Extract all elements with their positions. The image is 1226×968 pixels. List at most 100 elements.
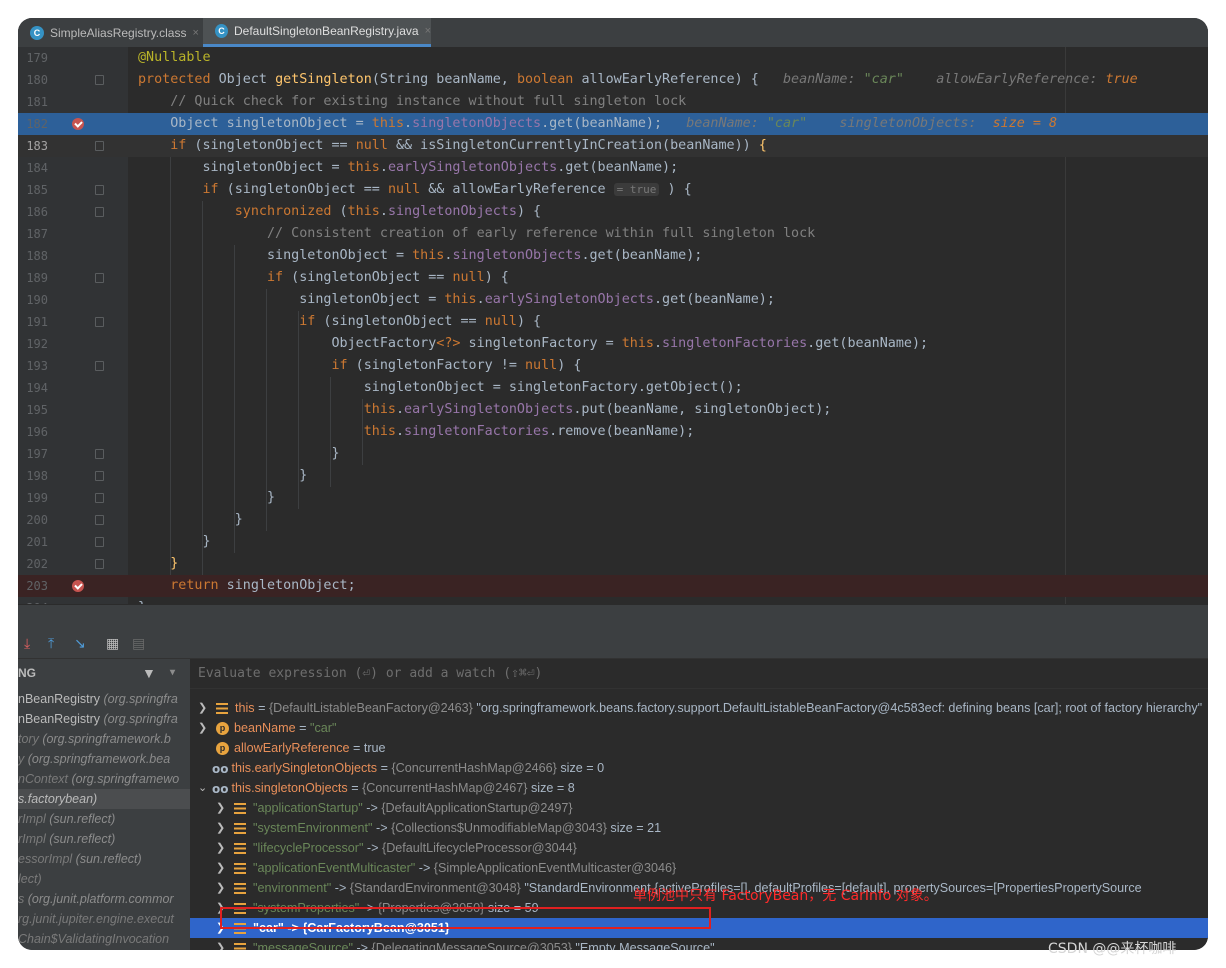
chevron-right-icon[interactable]: ❯ — [216, 938, 225, 950]
watermark: CSDN @@来杯咖啡 — [1048, 941, 1177, 957]
frame-item[interactable]: tory (org.springframework.b — [18, 729, 190, 749]
map-entry-icon — [234, 883, 246, 895]
watch-icon: oo — [212, 761, 229, 776]
fold-marker-icon[interactable] — [95, 559, 104, 569]
frame-item[interactable]: essorImpl (sun.reflect) — [18, 849, 190, 869]
variable-row[interactable]: ❯ this = {DefaultListableBeanFactory@246… — [190, 698, 1208, 718]
code-line: 204 } — [18, 597, 1208, 604]
chevron-right-icon[interactable]: ❯ — [216, 858, 225, 878]
code-line: 200 } — [26, 512, 243, 527]
close-icon[interactable]: × — [425, 25, 431, 37]
chevron-down-icon[interactable]: ⌄ — [198, 778, 207, 798]
filter-icon[interactable]: ▼ — [142, 659, 156, 687]
class-icon: C — [215, 24, 228, 38]
map-entry-icon — [234, 823, 246, 835]
map-entry-row[interactable]: ❯ "applicationEventMulticaster" -> {Simp… — [190, 858, 1208, 878]
breakpoint-icon[interactable] — [72, 118, 84, 130]
tab-label: SimpleAliasRegistry.class — [50, 25, 187, 40]
variable-row[interactable]: ⌄ oo this.singletonObjects = {ConcurrentH… — [190, 778, 1208, 798]
run-to-cursor-icon[interactable]: ↘ — [74, 636, 86, 652]
code-line: 191 if (singletonObject == null) { — [26, 314, 542, 329]
frame-item[interactable]: nBeanRegistry (org.springfra — [18, 689, 190, 709]
code-line: 186 synchronized (this.singletonObjects)… — [26, 204, 542, 219]
map-entry-row[interactable]: ❯ "systemEnvironment" -> {Collections$Un… — [190, 818, 1208, 838]
table-icon[interactable]: ▦ — [106, 636, 119, 652]
class-icon: C — [30, 25, 44, 40]
code-line: 189 if (singletonObject == null) { — [26, 270, 509, 285]
code-editor[interactable]: 179 @Nullable 180 protected Object getSi… — [18, 47, 1208, 604]
fold-marker-icon[interactable] — [95, 493, 104, 503]
field-icon — [216, 703, 228, 715]
code-line: 194 singletonObject = singletonFactory.g… — [26, 380, 743, 395]
fold-marker-icon[interactable] — [95, 207, 104, 217]
map-entry-row[interactable]: ❯ "applicationStartup" -> {DefaultApplic… — [190, 798, 1208, 818]
code-line: 202 } — [26, 556, 179, 571]
chevron-right-icon[interactable]: ❯ — [216, 878, 225, 898]
frames-panel: NG ▼ ▾ nBeanRegistry (org.springfra nBea… — [18, 659, 190, 950]
frame-item-selected[interactable]: s.factorybean) — [18, 789, 190, 809]
variable-row[interactable]: oo this.earlySingletonObjects = {Concurre… — [190, 758, 1208, 778]
frame-item[interactable]: rg.junit.jupiter.engine.execut — [18, 909, 190, 929]
code-line-caret: 183 if (singletonObject == null && isSin… — [18, 135, 1208, 157]
tab-label: DefaultSingletonBeanRegistry.java — [234, 24, 419, 38]
fold-marker-icon[interactable] — [95, 471, 104, 481]
code-line: 192 ObjectFactory<?> singletonFactory = … — [26, 336, 929, 351]
fold-marker-icon[interactable] — [95, 185, 104, 195]
variable-row[interactable]: p allowEarlyReference = true — [190, 738, 1208, 758]
chevron-right-icon[interactable]: ❯ — [216, 798, 225, 818]
fold-marker-icon[interactable] — [95, 537, 104, 547]
grid-icon[interactable]: ▤ — [132, 636, 145, 652]
code-line: 190 singletonObject = this.earlySingleto… — [26, 292, 775, 307]
close-icon[interactable]: × — [192, 27, 198, 39]
tab-simplealiasregistry[interactable]: C SimpleAliasRegistry.class × — [18, 18, 203, 47]
current-execution-line: 182 Object singletonObject = this.single… — [18, 113, 1208, 135]
fold-marker-icon[interactable] — [95, 273, 104, 283]
map-entry-row[interactable]: ❯ "lifecycleProcessor" -> {DefaultLifecy… — [190, 838, 1208, 858]
parameter-icon: p — [216, 742, 229, 756]
frame-item[interactable]: rImpl (sun.reflect) — [18, 809, 190, 829]
annotation-note: 单例池中只有 FactoryBean，无 CarInfo 对象。 — [633, 888, 938, 904]
frame-item[interactable]: s (org.junit.platform.commor — [18, 889, 190, 909]
fold-marker-icon[interactable] — [95, 449, 104, 459]
fold-marker-icon[interactable] — [95, 317, 104, 327]
breakpoint-icon[interactable] — [72, 580, 84, 592]
step-out-icon[interactable]: ⤒ — [48, 636, 54, 652]
code-line: 180 protected Object getSingleton(String… — [26, 72, 1138, 87]
fold-marker-icon[interactable] — [95, 141, 104, 151]
frames-header: NG ▼ ▾ — [18, 659, 190, 687]
frame-item[interactable]: lect) — [18, 869, 190, 889]
map-entry-icon — [234, 843, 246, 855]
code-line: 197 } — [26, 446, 340, 461]
frame-item[interactable]: rImpl (sun.reflect) — [18, 829, 190, 849]
frame-item[interactable]: Chain$ValidatingInvocation — [18, 929, 190, 949]
frame-item[interactable]: nBeanRegistry (org.springfra — [18, 709, 190, 729]
breakpoint-line: 203 return singletonObject; — [18, 575, 1208, 597]
code-line: 187 // Consistent creation of early refe… — [26, 226, 816, 241]
map-entry-icon — [234, 943, 246, 950]
chevron-right-icon[interactable]: ❯ — [198, 718, 207, 738]
code-line: 198 } — [26, 468, 308, 483]
code-line: 201 } — [26, 534, 211, 549]
chevron-right-icon[interactable]: ❯ — [216, 838, 225, 858]
code-line: 181 // Quick check for existing instance… — [26, 94, 687, 109]
evaluate-expression-input[interactable]: Evaluate expression (⏎) or add a watch (… — [190, 659, 1208, 689]
frame-item[interactable]: nContext (org.springframewo — [18, 769, 190, 789]
frame-item[interactable]: y (org.springframework.bea — [18, 749, 190, 769]
fold-marker-icon[interactable] — [95, 361, 104, 371]
code-line: 193 if (singletonFactory != null) { — [26, 358, 582, 373]
watch-icon: oo — [212, 781, 229, 796]
code-line: 195 this.earlySingletonObjects.put(beanN… — [26, 402, 832, 417]
dropdown-icon[interactable]: ▾ — [170, 659, 175, 687]
fold-marker-icon[interactable] — [95, 75, 104, 85]
tab-defaultsingletonbeanregistry[interactable]: C DefaultSingletonBeanRegistry.java × — [203, 18, 431, 47]
chevron-right-icon[interactable]: ❯ — [216, 818, 225, 838]
panel-splitter[interactable] — [18, 604, 1208, 631]
debugger-toolbar: ⤓ ⤒ ↘ ▦ ▤ — [18, 630, 1208, 659]
chevron-right-icon[interactable]: ❯ — [198, 698, 207, 718]
code-line: 188 singletonObject = this.singletonObje… — [26, 248, 703, 263]
variable-row[interactable]: ❯ p beanName = "car" — [190, 718, 1208, 738]
map-entry-icon — [234, 863, 246, 875]
fold-marker-icon[interactable] — [95, 515, 104, 525]
code-line: 199 } — [26, 490, 276, 505]
step-into-icon[interactable]: ⤓ — [24, 636, 30, 652]
